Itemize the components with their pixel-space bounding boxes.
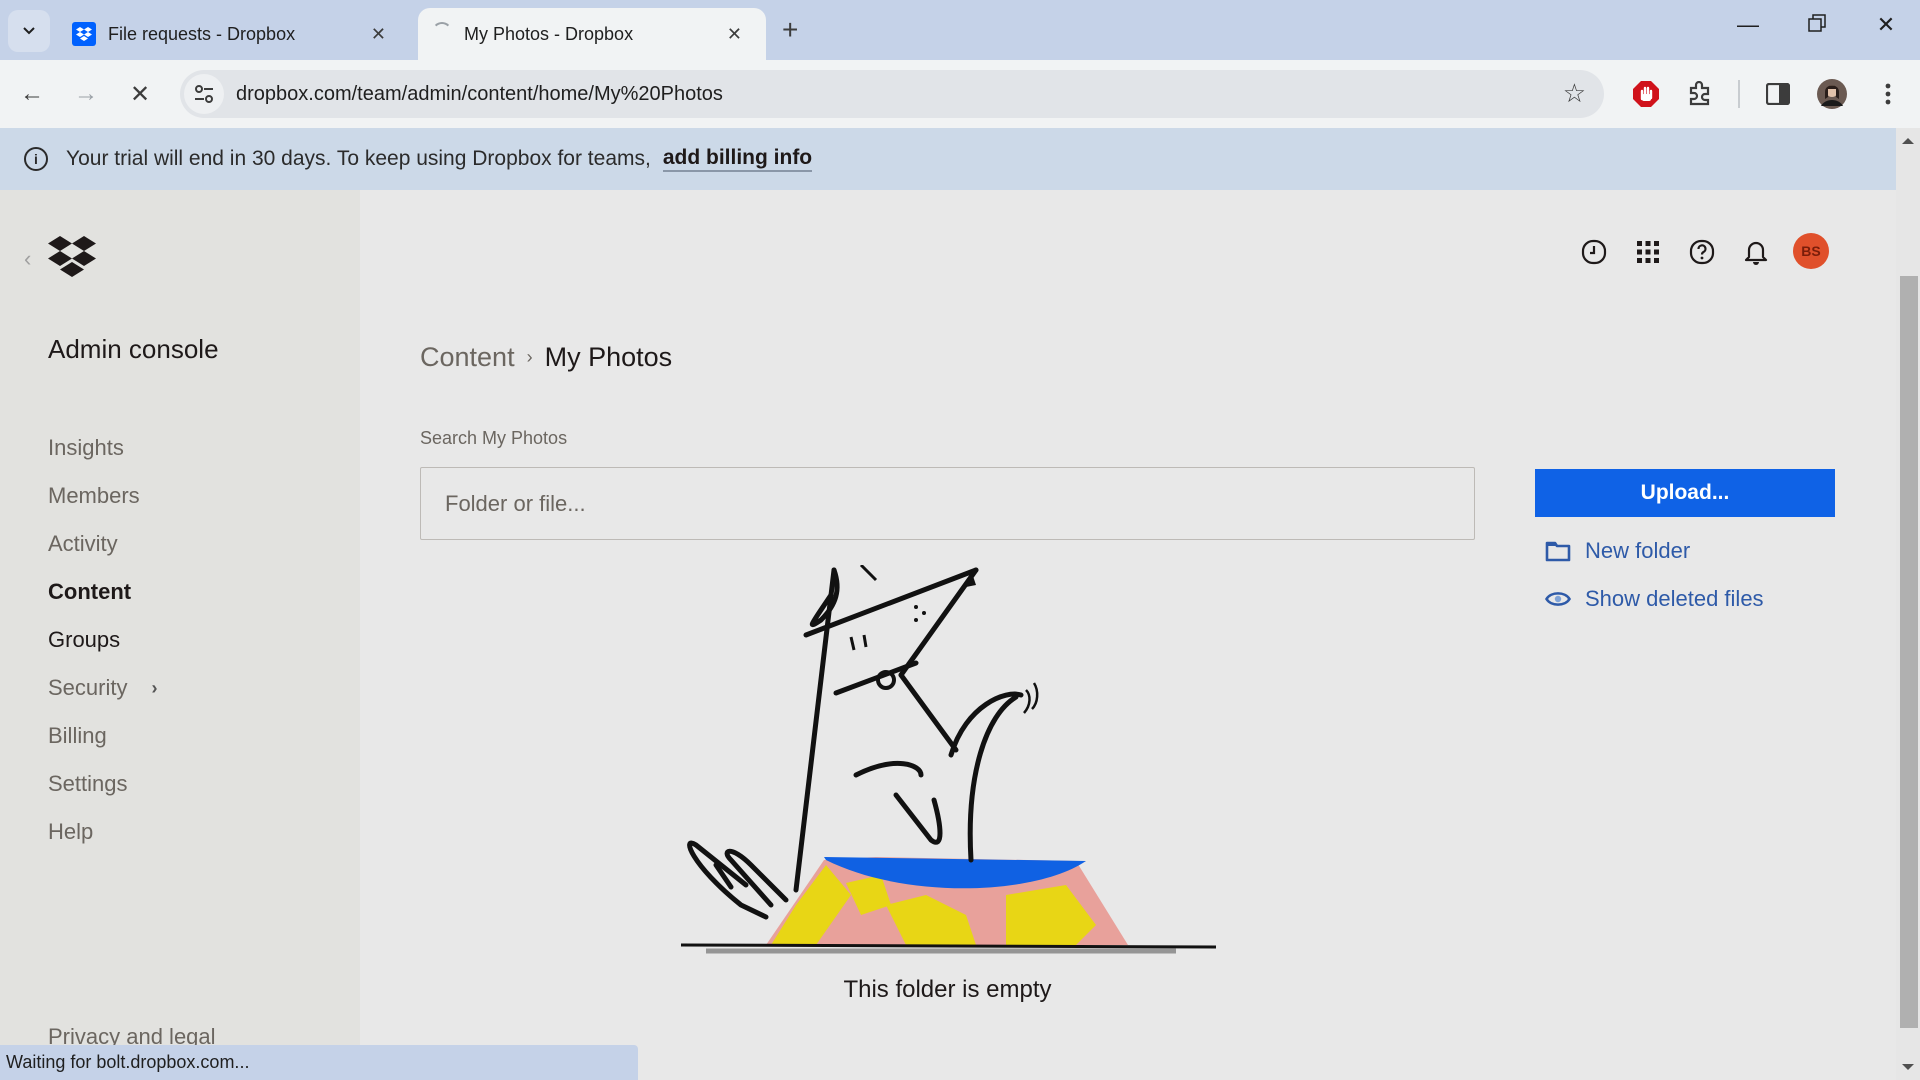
- show-deleted-files-label: Show deleted files: [1585, 586, 1764, 611]
- scroll-up-arrow-icon[interactable]: [1902, 138, 1914, 144]
- sidebar: ‹ Admin console Insights Members Activit…: [0, 190, 360, 1080]
- close-tab-icon[interactable]: ✕: [371, 24, 386, 45]
- sidebar-item-insights[interactable]: Insights: [48, 424, 157, 472]
- upload-button[interactable]: Upload...: [1535, 469, 1835, 517]
- admin-console-title: Admin console: [48, 334, 219, 364]
- adblock-extension-icon[interactable]: [1628, 76, 1664, 112]
- breadcrumb-current: My Photos: [544, 342, 673, 372]
- scrollbar-thumb[interactable]: [1900, 276, 1918, 1028]
- chevron-down-icon: [23, 27, 35, 35]
- sidebar-item-label: Activity: [48, 531, 118, 556]
- sidebar-item-label: Help: [48, 819, 94, 844]
- bookmark-star-icon[interactable]: ☆: [1563, 78, 1586, 109]
- sidebar-item-label: Members: [48, 483, 140, 508]
- empty-folder-dog-illustration: [680, 565, 1216, 954]
- address-bar[interactable]: dropbox.com/team/admin/content/home/My%2…: [180, 70, 1604, 118]
- arrow-right-icon: →: [74, 80, 98, 107]
- side-panel-icon[interactable]: [1760, 76, 1796, 112]
- browser-tab-file-requests[interactable]: File requests - Dropbox ✕: [60, 8, 410, 60]
- user-avatar[interactable]: BS: [1793, 233, 1829, 269]
- minimize-window-button[interactable]: —: [1728, 12, 1768, 38]
- new-tab-button[interactable]: +: [782, 14, 798, 46]
- info-icon: i: [24, 147, 48, 171]
- sidebar-item-settings[interactable]: Settings: [48, 760, 157, 808]
- sidebar-item-content[interactable]: Content: [48, 568, 157, 616]
- sidebar-item-activity[interactable]: Activity: [48, 520, 157, 568]
- sidebar-item-groups[interactable]: Groups: [48, 616, 157, 664]
- sidebar-item-label: Settings: [48, 771, 128, 796]
- browser-tab-strip: File requests - Dropbox ✕ My Photos - Dr…: [0, 0, 1920, 60]
- browser-status-bar: Waiting for bolt.dropbox.com...: [0, 1045, 638, 1080]
- profile-avatar[interactable]: [1814, 76, 1850, 112]
- sidebar-item-label: Groups: [48, 627, 121, 652]
- back-button[interactable]: ←: [12, 74, 52, 114]
- browser-menu-icon[interactable]: [1870, 76, 1906, 112]
- folder-icon: [1545, 539, 1571, 563]
- tab-title: File requests - Dropbox: [108, 23, 296, 44]
- search-input[interactable]: [420, 467, 1475, 540]
- activity-clock-icon[interactable]: [1576, 234, 1612, 270]
- browser-tab-my-photos[interactable]: My Photos - Dropbox ✕: [418, 8, 766, 60]
- breadcrumb-content-link[interactable]: Content: [420, 342, 515, 373]
- arrow-left-icon: ←: [20, 80, 44, 107]
- extensions-puzzle-icon[interactable]: [1682, 76, 1718, 112]
- site-info-icon[interactable]: [184, 74, 224, 114]
- stop-loading-button[interactable]: ✕: [120, 74, 160, 114]
- trial-banner: i Your trial will end in 30 days. To kee…: [0, 128, 1896, 190]
- chevron-right-icon: ›: [151, 677, 158, 698]
- close-icon: ✕: [129, 80, 151, 108]
- tab-search-button[interactable]: [8, 10, 50, 52]
- dropbox-favicon-icon: [72, 22, 96, 46]
- sidebar-item-billing[interactable]: Billing: [48, 712, 157, 760]
- new-folder-label: New folder: [1585, 538, 1691, 563]
- dropbox-logo[interactable]: [48, 236, 96, 283]
- help-icon[interactable]: [1684, 234, 1720, 270]
- sidebar-item-label: Content: [48, 579, 132, 604]
- scroll-down-arrow-icon[interactable]: [1902, 1064, 1914, 1070]
- sidebar-nav: Insights Members Activity Content Groups…: [48, 424, 157, 856]
- close-tab-icon[interactable]: ✕: [727, 24, 742, 45]
- sidebar-item-label: Billing: [48, 723, 107, 748]
- empty-folder-message: This folder is empty: [843, 976, 1052, 1003]
- close-window-button[interactable]: ✕: [1866, 12, 1906, 38]
- page-scrollbar[interactable]: [1896, 128, 1920, 1080]
- show-deleted-files-link[interactable]: Show deleted files: [1545, 586, 1764, 612]
- restore-icon: [1808, 14, 1826, 32]
- chevron-right-icon: ›: [526, 347, 533, 367]
- trial-message: Your trial will end in 30 days. To keep …: [66, 147, 651, 170]
- notifications-bell-icon[interactable]: [1738, 234, 1774, 270]
- toolbar-divider: [1738, 80, 1740, 108]
- sidebar-item-label: Insights: [48, 435, 124, 460]
- sidebar-item-security[interactable]: Security ›: [48, 664, 157, 712]
- forward-button[interactable]: →: [66, 74, 106, 114]
- add-billing-info-link[interactable]: add billing info: [662, 146, 813, 172]
- app-grid-icon[interactable]: [1630, 234, 1666, 270]
- new-folder-link[interactable]: New folder: [1545, 538, 1690, 564]
- restore-window-button[interactable]: [1797, 12, 1837, 38]
- url-text[interactable]: dropbox.com/team/admin/content/home/My%2…: [236, 83, 723, 106]
- search-label: Search My Photos: [420, 428, 568, 448]
- eye-icon: [1545, 587, 1571, 611]
- sidebar-item-label: Security: [48, 675, 128, 700]
- collapse-sidebar-chevron-icon[interactable]: ‹: [24, 246, 31, 272]
- breadcrumb: Content › My Photos: [420, 342, 672, 373]
- browser-toolbar: ← → ✕ dropbox.com/team/admin/content/hom…: [0, 60, 1920, 128]
- tab-title: My Photos - Dropbox: [464, 23, 634, 44]
- loading-spinner-icon: [432, 22, 452, 42]
- sidebar-item-members[interactable]: Members: [48, 472, 157, 520]
- sidebar-item-help[interactable]: Help: [48, 808, 157, 856]
